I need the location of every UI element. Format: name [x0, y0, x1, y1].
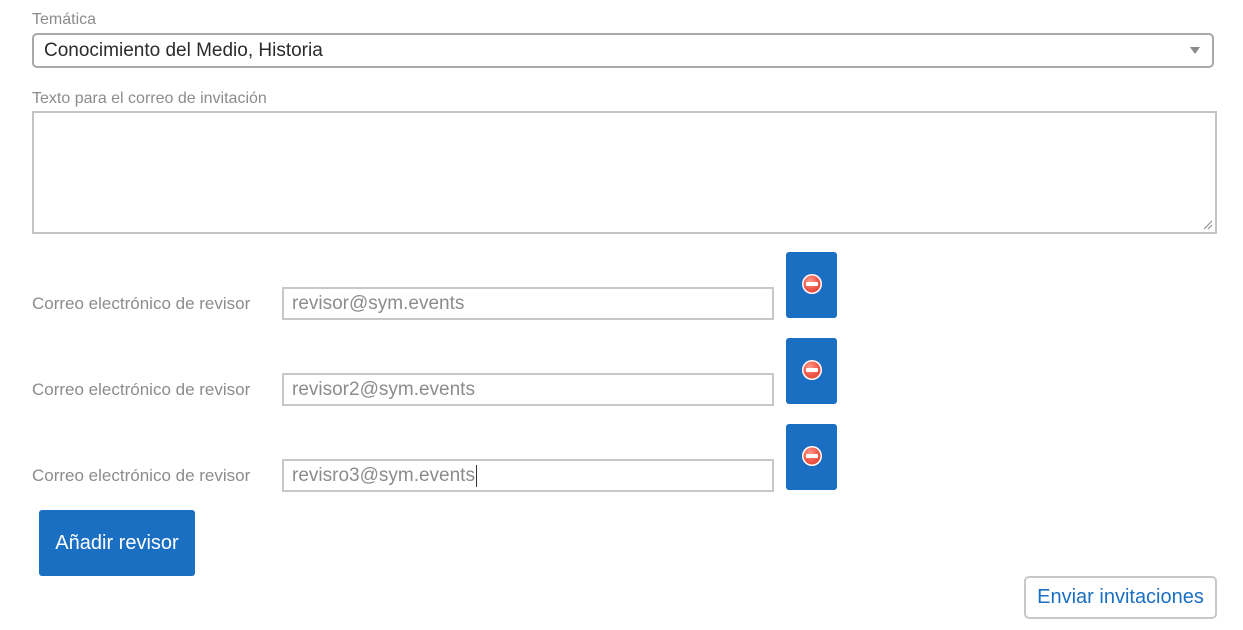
tematica-select[interactable]: Conocimiento del Medio, Historia [32, 33, 1214, 68]
remove-circle-icon [802, 274, 822, 294]
tematica-selected-value: Conocimiento del Medio, Historia [44, 39, 323, 61]
text-cursor [475, 464, 477, 487]
invite-text-label: Texto para el correo de invitación [32, 90, 267, 107]
tematica-label: Temática [32, 11, 97, 28]
resize-grip-icon[interactable] [1203, 220, 1213, 230]
reviewer-email-input[interactable]: revisor@sym.events [282, 287, 774, 320]
reviewer-email-value: revisor2@sym.events [292, 378, 475, 400]
chevron-down-icon [1190, 47, 1200, 54]
reviewer-email-input[interactable]: revisro3@sym.events [282, 459, 774, 492]
remove-circle-icon [802, 446, 822, 466]
reviewer-email-label: Correo electrónico de revisor [32, 294, 251, 313]
invite-text-textarea[interactable] [32, 111, 1217, 234]
reviewer-email-label: Correo electrónico de revisor [32, 466, 251, 485]
remove-reviewer-button[interactable] [786, 338, 837, 404]
remove-circle-icon [802, 360, 822, 380]
remove-reviewer-button[interactable] [786, 424, 837, 490]
reviewer-email-label: Correo electrónico de revisor [32, 380, 251, 399]
reviewer-email-value: revisor@sym.events [292, 292, 465, 314]
reviewer-email-input[interactable]: revisor2@sym.events [282, 373, 774, 406]
add-reviewer-button[interactable]: Añadir revisor [39, 510, 195, 576]
reviewer-email-value: revisro3@sym.events [292, 464, 475, 486]
remove-reviewer-button[interactable] [786, 252, 837, 318]
send-invitations-button[interactable]: Enviar invitaciones [1024, 576, 1217, 619]
